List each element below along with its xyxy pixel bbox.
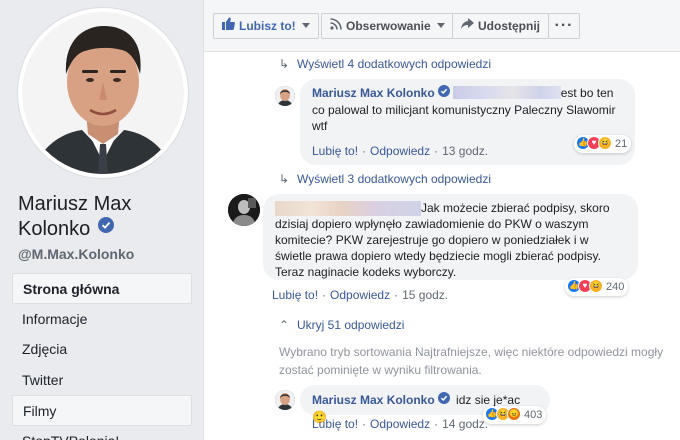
- reaction-summary[interactable]: 👍😆😠 403: [483, 406, 547, 424]
- nav-item-photos[interactable]: Zdjęcia: [12, 334, 192, 365]
- like-page-label: Lubisz to!: [239, 19, 296, 33]
- chevron-down-icon: [436, 23, 445, 29]
- reply-link[interactable]: Odpowiedz: [330, 288, 390, 302]
- comment-author-link[interactable]: Mariusz Max Kolonko: [312, 393, 435, 407]
- redacted-mention: [452, 86, 561, 100]
- like-page-button[interactable]: Lubisz to!: [213, 13, 319, 39]
- reaction-count: 21: [615, 138, 628, 150]
- page-username[interactable]: @M.Max.Kolonko: [18, 246, 134, 262]
- more-options-button[interactable]: ···: [548, 13, 580, 39]
- nav-item-home[interactable]: Strona główna: [12, 273, 192, 304]
- chevron-up-icon: ⌃: [279, 318, 290, 332]
- comment-timestamp[interactable]: 13 godz.: [442, 144, 488, 158]
- profile-picture[interactable]: [22, 12, 184, 174]
- reaction-count: 403: [524, 409, 543, 421]
- page-title-line2: Kolonko: [18, 218, 91, 240]
- reply-text-tail: est bo: [560, 86, 594, 100]
- like-comment-link[interactable]: Lubię to!: [312, 144, 358, 158]
- profile-picture-frame[interactable]: [18, 8, 188, 178]
- share-label: Udostępnij: [478, 19, 540, 33]
- rss-icon: [330, 14, 342, 38]
- page-nav: Strona główna Informacje Zdjęcia Twitter…: [12, 273, 192, 440]
- view-more-label: Wyświetl 4 dodatkowych odpowiedzi: [297, 57, 491, 71]
- follow-button[interactable]: Obserwowanie: [321, 13, 454, 39]
- view-more-label: Wyświetl 3 dodatkowych odpowiedzi: [297, 172, 491, 186]
- like-comment-link[interactable]: Lubię to!: [272, 288, 318, 302]
- reply-arrow-icon: ↳: [279, 172, 290, 186]
- comment-author-link[interactable]: Mariusz Max Kolonko: [312, 86, 435, 100]
- verified-badge-icon: [97, 215, 114, 240]
- hide-replies-label: Ukryj 51 odpowiedzi: [297, 318, 405, 332]
- verified-badge-icon: [437, 391, 450, 408]
- comment-actions: Lubię to! · Odpowiedz · 15 godz.: [272, 288, 449, 302]
- view-more-replies-link[interactable]: ↳ Wyświetl 3 dodatkowych odpowiedzi: [279, 172, 491, 186]
- follow-label: Obserwowanie: [346, 19, 431, 33]
- page-title[interactable]: Mariusz Max Kolonko: [18, 192, 193, 242]
- haha-reaction-icon: 😆: [598, 136, 612, 151]
- main-panel: Lubisz to! Obserwowanie Udostępnij ··· ↳…: [203, 0, 680, 440]
- verified-badge-icon: [437, 84, 450, 101]
- haha-reaction-icon: 😆: [589, 279, 603, 294]
- redacted-author[interactable]: [275, 201, 421, 217]
- comment-timestamp[interactable]: 15 godz.: [402, 288, 448, 302]
- sort-notice: Wybrano tryb sortowania Najtrafniejsze, …: [279, 345, 664, 377]
- page-title-line1: Mariusz Max: [18, 193, 132, 215]
- reaction-summary[interactable]: 👍 ♥ 😆 21: [574, 135, 632, 153]
- reaction-count: 240: [606, 281, 625, 293]
- nav-item-stoptvpolonia[interactable]: StopTVPolonia!: [12, 426, 192, 440]
- share-button[interactable]: Udostępnij: [452, 13, 549, 39]
- comment-actions: Lubię to! · Odpowiedz · 13 godz.: [312, 144, 489, 158]
- comment-actions: Lubię to! · Odpowiedz · 14 godz.: [312, 417, 489, 431]
- like-comment-link[interactable]: Lubię to!: [312, 417, 358, 431]
- thumbs-up-icon: [222, 14, 235, 38]
- reply-link[interactable]: Odpowiedz: [370, 144, 430, 158]
- reply-link[interactable]: Odpowiedz: [370, 417, 430, 431]
- hide-replies-link[interactable]: ⌃ Ukryj 51 odpowiedzi: [279, 318, 404, 332]
- comment-bubble: Jak możecie zbierać podpisy, skoro dzisi…: [263, 194, 638, 280]
- nav-item-twitter[interactable]: Twitter: [12, 365, 192, 396]
- reply-arrow-icon: ↳: [279, 57, 290, 71]
- page-action-bar: Lubisz to! Obserwowanie Udostępnij ···: [204, 0, 680, 52]
- angry-reaction-icon: 😠: [507, 407, 521, 422]
- commenter-avatar[interactable]: [275, 390, 295, 410]
- commenter-avatar[interactable]: [228, 194, 260, 226]
- reply-text: idz sie je*ac: [456, 393, 521, 407]
- nav-item-about[interactable]: Informacje: [12, 304, 192, 335]
- share-arrow-icon: [461, 14, 474, 38]
- commenter-avatar[interactable]: [275, 86, 295, 106]
- comment-timestamp[interactable]: 14 godz.: [442, 417, 488, 431]
- chevron-down-icon: [301, 23, 310, 29]
- nav-item-videos[interactable]: Filmy: [12, 395, 192, 426]
- page-sidebar: Mariusz Max Kolonko @M.Max.Kolonko Stron…: [0, 0, 200, 440]
- reaction-summary[interactable]: 👍 ♥ 😆 240: [565, 278, 629, 296]
- view-more-replies-link[interactable]: ↳ Wyświetl 4 dodatkowych odpowiedzi: [279, 57, 491, 71]
